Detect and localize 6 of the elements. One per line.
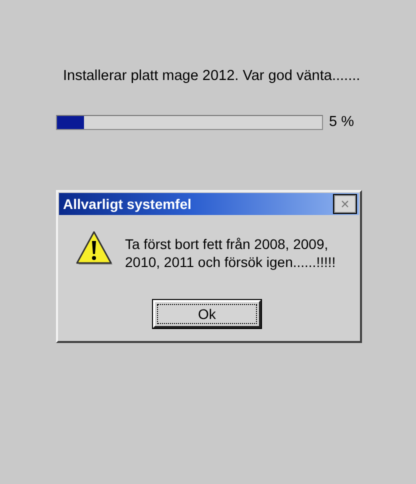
dialog-title: Allvarligt systemfel xyxy=(63,196,192,212)
warning-icon xyxy=(75,229,113,267)
ok-button[interactable]: Ok xyxy=(153,300,261,328)
install-message: Installerar platt mage 2012. Var god vänta....... xyxy=(63,68,362,84)
error-message: Ta först bort fett från 2008, 2009, 2010, 2011 och försök igen......!!!!! xyxy=(125,235,337,271)
progress-reading: 5 % xyxy=(329,114,354,130)
